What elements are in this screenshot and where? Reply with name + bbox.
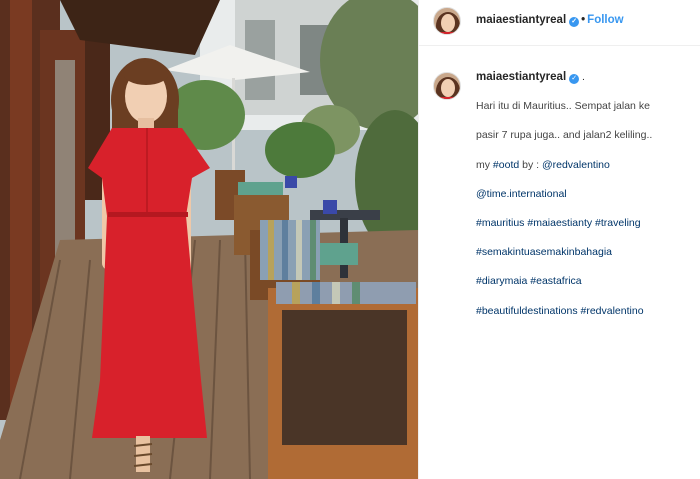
hashtag-link[interactable]: #ootd (493, 159, 519, 171)
hashtag-link[interactable]: #mauritius #maiaestianty #traveling (476, 216, 696, 231)
post-photo[interactable] (0, 0, 418, 479)
profile-photo (434, 73, 460, 99)
verified-badge-icon: ✓ (569, 74, 580, 84)
caption-period: . (579, 71, 585, 83)
mention-link[interactable]: @time.international (476, 187, 696, 202)
avatar[interactable] (433, 7, 461, 35)
caption-line: Hari itu di Mauritius.. Sempat jalan ke (476, 100, 650, 113)
hashtag-link[interactable]: #semakintuasemakinbahagia (476, 245, 696, 260)
caption-body: maiaestiantyreal ✓ . Hari itu di Mauritiu… (476, 70, 696, 333)
caption-text-fragment: my (476, 158, 493, 171)
post-username-line: maiaestiantyreal ✓ • Follow (476, 14, 624, 27)
username-link[interactable]: maiaestiantyreal (476, 14, 566, 26)
profile-photo (434, 8, 460, 34)
hashtag-link[interactable]: #diarymaia #eastafrica (476, 274, 696, 289)
separator-dot: • (581, 14, 586, 26)
hashtag-link[interactable]: #beautifuldestinations #redvalentino (476, 304, 696, 319)
post-sidebar: maiaestiantyreal ✓ • Follow maiaestiantyrea… (418, 0, 700, 479)
caption-username[interactable]: maiaestiantyreal (476, 71, 566, 83)
follow-button[interactable]: Follow (587, 14, 623, 26)
post-header: maiaestiantyreal ✓ • Follow (419, 0, 700, 46)
caption-line: my #ootd by : @redvalentino (476, 158, 696, 173)
caption-line: pasir 7 rupa juga.. and jalan2 keliling.… (476, 129, 653, 142)
striped-cushion (260, 220, 320, 280)
post-image (0, 0, 418, 479)
caption-text-fragment: by : (519, 158, 542, 171)
verified-badge-icon: ✓ (569, 17, 580, 27)
mention-link[interactable]: @redvalentino (542, 159, 610, 171)
caption-text: Hari itu di Mauritius.. Sempat jalan ke … (476, 85, 696, 333)
caption-avatar[interactable] (433, 72, 461, 100)
